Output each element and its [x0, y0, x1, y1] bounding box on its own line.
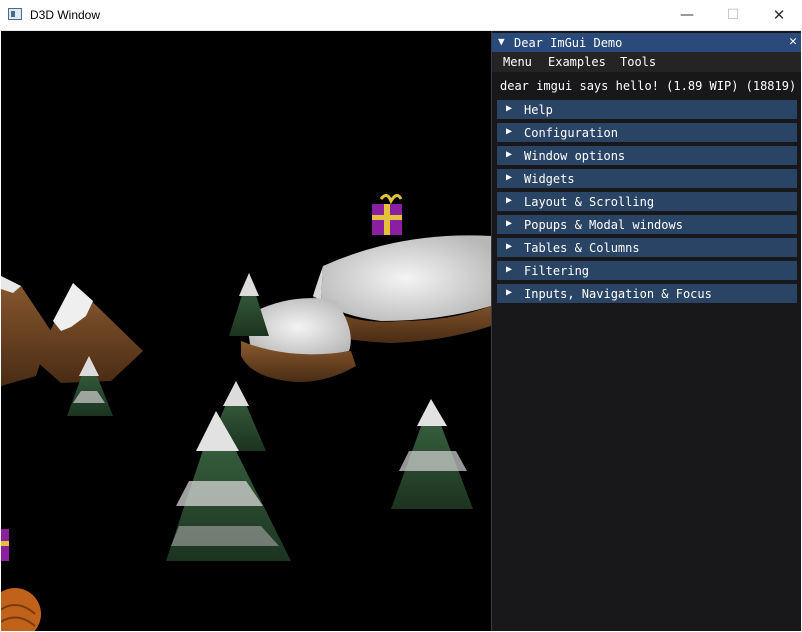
- imgui-menubar: Menu Examples Tools: [492, 52, 801, 72]
- header-layout-scrolling[interactable]: ▶ Layout & Scrolling: [497, 192, 797, 211]
- gift-edge: [1, 529, 9, 561]
- imgui-window-title: Dear ImGui Demo: [514, 36, 623, 50]
- header-window-options[interactable]: ▶ Window options: [497, 146, 797, 165]
- header-inputs-navigation-focus[interactable]: ▶ Inputs, Navigation & Focus: [497, 284, 797, 303]
- window-title: D3D Window: [30, 8, 101, 22]
- header-label: Layout & Scrolling: [524, 195, 655, 209]
- ornament-bottom-left: [1, 588, 41, 631]
- header-label: Filtering: [524, 264, 590, 278]
- header-popups-modal[interactable]: ▶ Popups & Modal windows: [497, 215, 797, 234]
- header-filtering[interactable]: ▶ Filtering: [497, 261, 797, 280]
- header-label: Help: [524, 103, 553, 117]
- hello-text: dear imgui says hello! (1.89 WIP) (18819…: [500, 79, 797, 93]
- header-label: Configuration: [524, 126, 618, 140]
- app-window-icon: [8, 8, 22, 20]
- expand-arrow-icon: ▶: [506, 287, 513, 298]
- expand-arrow-icon: ▶: [506, 172, 513, 183]
- tree-right: [391, 399, 473, 509]
- header-configuration[interactable]: ▶ Configuration: [497, 123, 797, 142]
- header-label: Inputs, Navigation & Focus: [524, 287, 712, 301]
- expand-arrow-icon: ▶: [506, 195, 513, 206]
- imgui-titlebar[interactable]: ▼ Dear ImGui Demo ✕: [492, 33, 801, 52]
- collapse-arrow-icon[interactable]: ▼: [498, 35, 505, 48]
- expand-arrow-icon: ▶: [506, 103, 513, 114]
- maximize-button[interactable]: ☐: [710, 0, 756, 31]
- header-tables-columns[interactable]: ▶ Tables & Columns: [497, 238, 797, 257]
- tree-center-large: [166, 411, 291, 561]
- gift-box: [372, 194, 403, 235]
- window-titlebar[interactable]: D3D Window — ☐ ✕: [0, 0, 802, 31]
- menu-item-tools[interactable]: Tools: [620, 55, 656, 69]
- imgui-demo-window[interactable]: ▼ Dear ImGui Demo ✕ Menu Examples Tools …: [491, 31, 801, 631]
- imgui-close-icon[interactable]: ✕: [789, 34, 797, 49]
- header-label: Tables & Columns: [524, 241, 640, 255]
- header-widgets[interactable]: ▶ Widgets: [497, 169, 797, 188]
- scene-viewport[interactable]: [1, 31, 491, 631]
- close-button[interactable]: ✕: [756, 0, 802, 31]
- expand-arrow-icon: ▶: [506, 218, 513, 229]
- expand-arrow-icon: ▶: [506, 264, 513, 275]
- minimize-button[interactable]: —: [664, 0, 710, 31]
- expand-arrow-icon: ▶: [506, 149, 513, 160]
- menu-item-examples[interactable]: Examples: [548, 55, 606, 69]
- expand-arrow-icon: ▶: [506, 126, 513, 137]
- header-label: Widgets: [524, 172, 575, 186]
- header-label: Window options: [524, 149, 626, 163]
- mountain-left: [1, 276, 51, 386]
- header-label: Popups & Modal windows: [524, 218, 683, 232]
- scene-render: [1, 194, 491, 631]
- header-help[interactable]: ▶ Help: [497, 100, 797, 119]
- menu-item-menu[interactable]: Menu: [503, 55, 532, 69]
- expand-arrow-icon: ▶: [506, 241, 513, 252]
- tree-back: [229, 273, 269, 336]
